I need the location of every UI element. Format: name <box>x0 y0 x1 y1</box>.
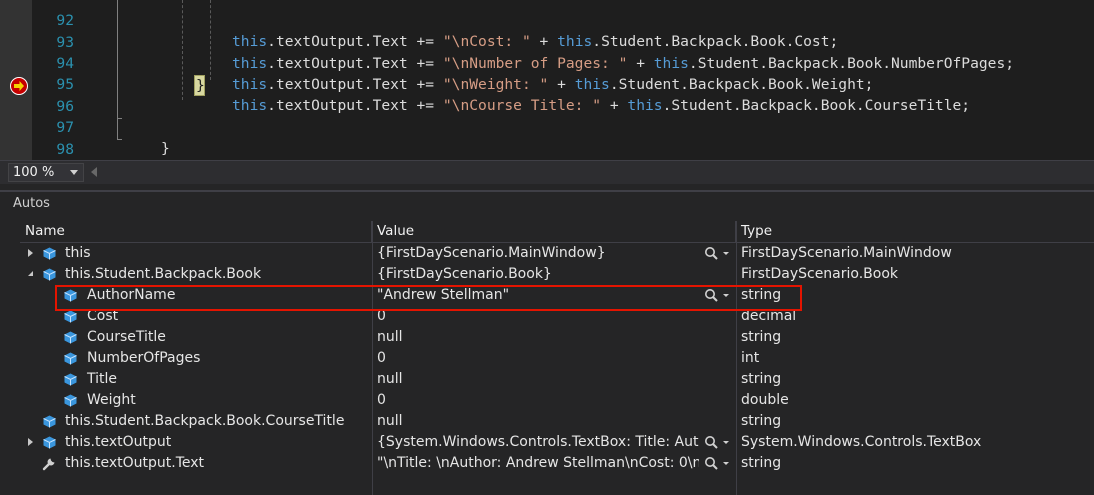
column-header-value[interactable]: Value <box>372 221 736 243</box>
chevron-down-icon[interactable] <box>70 170 78 175</box>
variable-type: FirstDayScenario.Book <box>741 266 899 282</box>
variable-type: string <box>741 287 782 303</box>
code-line-94[interactable]: 94 this.textOutput.Text += "\nWeight: " … <box>32 32 1094 93</box>
variable-value[interactable]: "\nTitle: \nAuthor: Andrew Stellman\nCos… <box>377 453 699 474</box>
variable-name: this.Student.Backpack.Book <box>65 266 262 282</box>
magnifier-icon[interactable] <box>704 288 734 303</box>
field-icon <box>64 394 77 407</box>
field-icon <box>43 436 56 449</box>
variable-name: this.textOutput.Text <box>65 455 205 471</box>
autos-grid: Name Value Type this {FirstDayScenario.M… <box>20 221 1094 495</box>
table-row[interactable]: this {FirstDayScenario.MainWindow} First… <box>20 243 1094 264</box>
field-icon <box>64 289 77 302</box>
table-row[interactable]: this.Student.Backpack.Book {FirstDayScen… <box>20 264 1094 285</box>
outline-fold-end <box>117 139 122 140</box>
field-icon <box>43 268 56 281</box>
variable-name: Title <box>87 371 118 387</box>
code-line-95[interactable]: 95 this.textOutput.Text += "\nCourse Tit… <box>32 53 1094 114</box>
table-row[interactable]: this.textOutput {System.Windows.Controls… <box>20 432 1094 453</box>
column-header-name[interactable]: Name <box>20 221 372 243</box>
field-icon <box>64 310 77 323</box>
field-icon <box>43 415 56 428</box>
variable-value[interactable]: 0 <box>377 348 697 369</box>
zoom-dropdown[interactable]: 100 % <box>8 163 84 182</box>
code-line-97[interactable]: 97 } <box>32 96 1094 157</box>
panel-divider <box>0 190 1094 192</box>
field-icon <box>64 331 77 344</box>
variable-value[interactable]: {System.Windows.Controls.TextBox: Title:… <box>377 432 699 453</box>
code-editor[interactable]: 92 this.textOutput.Text += "\nCost: " + … <box>0 0 1094 179</box>
field-icon <box>43 247 56 260</box>
variable-value[interactable]: null <box>377 411 697 432</box>
variable-name: AuthorName <box>87 287 176 303</box>
table-row[interactable]: Weight 0 double <box>20 390 1094 411</box>
column-header-type[interactable]: Type <box>736 221 1094 243</box>
line-number: 98 <box>56 141 74 158</box>
table-row[interactable]: AuthorName "Andrew Stellman" string <box>20 285 1094 306</box>
variable-value[interactable]: null <box>377 327 697 348</box>
variable-type: string <box>741 413 782 429</box>
variable-type: string <box>741 371 782 387</box>
scroll-left-icon[interactable] <box>91 167 97 177</box>
variable-type: double <box>741 392 789 408</box>
table-row[interactable]: NumberOfPages 0 int <box>20 348 1094 369</box>
variable-name: Cost <box>87 308 119 324</box>
field-icon <box>64 373 77 386</box>
magnifier-icon[interactable] <box>704 246 734 261</box>
variable-name: this.Student.Backpack.Book.CourseTitle <box>65 413 345 429</box>
code-line-93[interactable]: 93 this.textOutput.Text += "\nNumber of … <box>32 11 1094 72</box>
property-icon <box>42 458 55 471</box>
variable-type: System.Windows.Controls.TextBox <box>741 434 982 450</box>
magnifier-icon[interactable] <box>704 456 734 471</box>
expand-icon[interactable] <box>28 438 33 446</box>
zoom-value: 100 % <box>13 165 55 180</box>
code-text: } <box>161 140 170 157</box>
magnifier-icon[interactable] <box>704 435 734 450</box>
field-icon <box>64 352 77 365</box>
variable-type: decimal <box>741 308 797 324</box>
table-row[interactable]: Title null string <box>20 369 1094 390</box>
variable-value[interactable]: null <box>377 369 697 390</box>
code-line-96[interactable]: 96 <box>32 75 1094 115</box>
table-row[interactable]: this.textOutput.Text "\nTitle: \nAuthor:… <box>20 453 1094 474</box>
variable-name: Weight <box>87 392 136 408</box>
variable-name: this.textOutput <box>65 434 172 450</box>
variable-name: NumberOfPages <box>87 350 201 366</box>
variable-type: FirstDayScenario.MainWindow <box>741 245 952 261</box>
expand-icon[interactable] <box>28 249 33 257</box>
variable-value[interactable]: "Andrew Stellman" <box>377 285 697 306</box>
variable-value[interactable]: {FirstDayScenario.Book} <box>377 264 697 285</box>
breakpoint-arrow-icon[interactable] <box>10 77 28 95</box>
variable-type: string <box>741 455 782 471</box>
autos-title: Autos <box>13 196 50 211</box>
table-row[interactable]: this.Student.Backpack.Book.CourseTitle n… <box>20 411 1094 432</box>
variable-type: string <box>741 329 782 345</box>
table-row[interactable]: CourseTitle null string <box>20 327 1094 348</box>
variable-value[interactable]: {FirstDayScenario.MainWindow} <box>377 243 697 264</box>
current-statement-brace: } <box>194 75 205 96</box>
variable-value[interactable]: 0 <box>377 306 697 327</box>
table-row[interactable]: Cost 0 decimal <box>20 306 1094 327</box>
variable-name: CourseTitle <box>87 329 166 345</box>
code-line-98[interactable]: 98 } <box>32 118 1094 179</box>
variable-type: int <box>741 350 760 366</box>
collapse-icon[interactable] <box>28 271 33 276</box>
autos-window: Autos Name Value Type this {FirstDayScen… <box>0 184 1094 495</box>
code-line-92[interactable]: 92 this.textOutput.Text += "\nCost: " + … <box>32 0 1094 50</box>
variable-value[interactable]: 0 <box>377 390 697 411</box>
editor-zoom-bar: 100 % <box>0 160 1094 184</box>
variable-name: this <box>65 245 91 261</box>
